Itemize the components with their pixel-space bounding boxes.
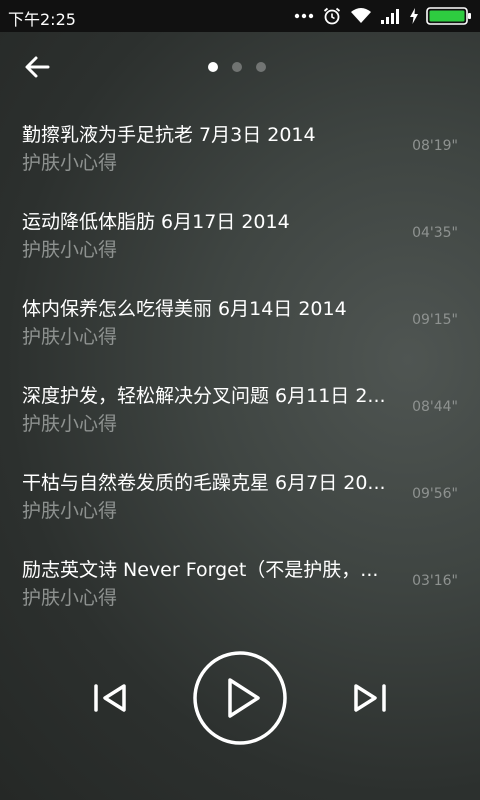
track-title: 深度护发，轻松解决分叉问题 6月11日 2... (22, 385, 386, 407)
track-source: 护肤小心得 (22, 152, 118, 174)
track-duration: 08'19" (412, 138, 458, 154)
playlist-item[interactable]: 干枯与自然卷发质的毛躁克星 6月7日 20... 护肤小心得 09'56" (0, 460, 480, 547)
skip-next-icon (354, 684, 386, 712)
track-duration: 08'44" (412, 399, 458, 415)
alarm-icon (323, 7, 341, 25)
playlist: 勤擦乳液为手足抗老 7月3日 2014 护肤小心得 08'19" 运动降低体脂肪… (0, 112, 480, 634)
previous-button[interactable] (92, 680, 130, 716)
playback-controls (0, 650, 480, 746)
signal-icon (381, 9, 399, 24)
track-title: 体内保养怎么吃得美丽 6月14日 2014 (22, 298, 347, 320)
status-bar: 下午2:25 (0, 0, 480, 32)
more-dots-icon (294, 13, 314, 19)
track-duration: 04'35" (412, 225, 458, 241)
page-indicator (208, 62, 266, 72)
player-header (0, 32, 480, 102)
play-button[interactable] (192, 650, 288, 746)
track-title: 运动降低体脂肪 6月17日 2014 (22, 211, 290, 233)
track-duration: 09'56" (412, 486, 458, 502)
charging-icon (410, 8, 418, 24)
playlist-item[interactable]: 深度护发，轻松解决分叉问题 6月11日 2... 护肤小心得 08'44" (0, 373, 480, 460)
page-dot-2[interactable] (232, 62, 242, 72)
next-button[interactable] (350, 680, 388, 716)
skip-previous-icon (94, 684, 126, 712)
status-icons (294, 6, 472, 26)
wifi-icon (351, 8, 371, 23)
track-source: 护肤小心得 (22, 413, 118, 435)
playlist-item[interactable]: 勤擦乳液为手足抗老 7月3日 2014 护肤小心得 08'19" (0, 112, 480, 199)
track-title: 勤擦乳液为手足抗老 7月3日 2014 (22, 124, 316, 146)
playlist-item[interactable]: 体内保养怎么吃得美丽 6月14日 2014 护肤小心得 09'15" (0, 286, 480, 373)
track-source: 护肤小心得 (22, 587, 118, 609)
track-duration: 09'15" (412, 312, 458, 328)
status-time: 下午2:25 (8, 10, 76, 29)
arrow-left-icon (25, 56, 50, 78)
battery-icon (426, 7, 471, 25)
playlist-item[interactable]: 励志英文诗 Never Forget（不是护肤，... 护肤小心得 03'16" (0, 547, 480, 634)
track-source: 护肤小心得 (22, 500, 118, 522)
back-button[interactable] (22, 52, 52, 82)
playlist-item[interactable]: 运动降低体脂肪 6月17日 2014 护肤小心得 04'35" (0, 199, 480, 286)
track-duration: 03'16" (412, 573, 458, 589)
page-dot-3[interactable] (256, 62, 266, 72)
page-dot-1[interactable] (208, 62, 218, 72)
track-title: 干枯与自然卷发质的毛躁克星 6月7日 20... (22, 472, 386, 494)
track-source: 护肤小心得 (22, 326, 118, 348)
track-title: 励志英文诗 Never Forget（不是护肤，... (22, 559, 379, 581)
track-source: 护肤小心得 (22, 239, 118, 261)
play-icon (193, 651, 287, 745)
